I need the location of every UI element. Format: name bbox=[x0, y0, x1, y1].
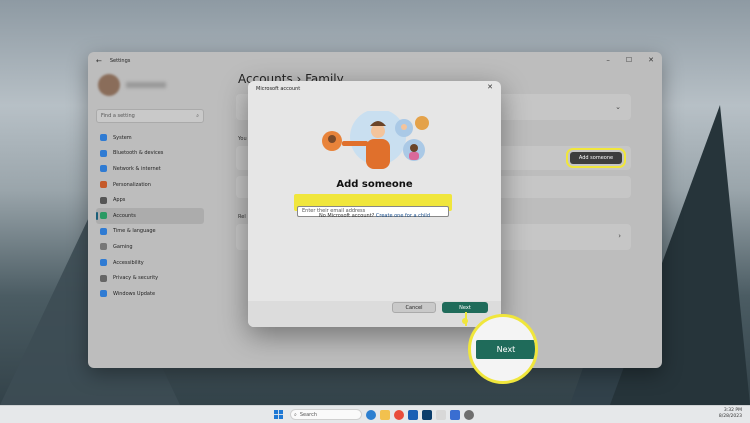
settings-nav: System Bluetooth & devices Network & inter… bbox=[96, 130, 204, 302]
create-child-account-link[interactable]: Create one for a child bbox=[376, 213, 430, 219]
nav-item-icon bbox=[100, 212, 107, 220]
settings-title: Settings bbox=[109, 58, 131, 64]
sidebar-item-windows-update[interactable]: Windows Update bbox=[96, 286, 204, 302]
sidebar-item-label: Network & internet bbox=[113, 165, 161, 172]
sidebar-item-label: Privacy & security bbox=[113, 275, 159, 282]
microsoft-account-dialog: Microsoft account ✕ Add someone No Micro… bbox=[248, 81, 501, 327]
sidebar-item-label: Bluetooth & devices bbox=[113, 150, 164, 157]
sidebar-item-label: Accessibility bbox=[113, 259, 144, 266]
next-callout-magnifier: Next bbox=[468, 314, 538, 384]
taskbar-search[interactable]: ⌕ Search bbox=[290, 409, 362, 420]
chrome-icon[interactable] bbox=[394, 410, 404, 420]
taskbar-apps bbox=[366, 410, 474, 420]
search-icon: ⌕ bbox=[196, 113, 199, 119]
nav-item-icon bbox=[100, 227, 107, 235]
sidebar-item-system[interactable]: System bbox=[96, 130, 204, 146]
tray-date: 8/28/2023 bbox=[718, 414, 742, 419]
nav-item-icon bbox=[100, 165, 107, 173]
cancel-button[interactable]: Cancel bbox=[392, 302, 436, 313]
dialog-heading: Add someone bbox=[336, 179, 413, 190]
sidebar-item-bluetooth-devices[interactable]: Bluetooth & devices bbox=[96, 146, 204, 162]
file-explorer-icon[interactable] bbox=[380, 410, 390, 420]
edge-browser-icon[interactable] bbox=[366, 410, 376, 420]
sidebar-item-label: Windows Update bbox=[113, 290, 156, 297]
windows-start-icon[interactable] bbox=[274, 410, 283, 419]
section-label-related: Rel bbox=[238, 214, 246, 220]
section-label-your-family: You bbox=[238, 136, 247, 142]
back-arrow-icon[interactable]: ← bbox=[96, 57, 102, 65]
sidebar-item-apps[interactable]: Apps bbox=[96, 192, 204, 208]
sidebar-item-label: Apps bbox=[113, 197, 126, 204]
outlook-icon[interactable] bbox=[408, 410, 418, 420]
settings-titlebar: ← Settings bbox=[88, 52, 662, 70]
family-illustration bbox=[322, 111, 429, 169]
photoshop-icon[interactable] bbox=[422, 410, 432, 420]
window-controls: – ☐ ✕ bbox=[606, 56, 654, 64]
chevron-right-icon: › bbox=[618, 232, 621, 240]
avatar bbox=[98, 74, 120, 96]
maximize-icon[interactable]: ☐ bbox=[626, 56, 632, 64]
taskbar: ⌕ Search 3:32 PM 8/28/2023 bbox=[0, 405, 750, 423]
sidebar-item-label: Gaming bbox=[113, 243, 133, 250]
nav-item-icon bbox=[100, 259, 107, 267]
minimize-icon[interactable]: – bbox=[606, 56, 610, 64]
sidebar-item-label: Accounts bbox=[113, 212, 136, 219]
settings-gear-icon[interactable] bbox=[464, 410, 474, 420]
sidebar-item-gaming[interactable]: Gaming bbox=[96, 239, 204, 255]
taskbar-search-label: Search bbox=[299, 411, 317, 418]
sidebar-item-accounts[interactable]: Accounts bbox=[96, 207, 204, 224]
nav-item-icon bbox=[100, 196, 107, 204]
sidebar-item-label: System bbox=[113, 134, 132, 141]
add-someone-button[interactable]: Add someone bbox=[566, 148, 626, 168]
sidebar-item-label: Time & language bbox=[113, 228, 156, 235]
sidebar-item-privacy-security[interactable]: Privacy & security bbox=[96, 270, 204, 286]
email-field-highlight bbox=[294, 194, 452, 217]
sidebar-item-time-language[interactable]: Time & language bbox=[96, 224, 204, 240]
nav-item-icon bbox=[100, 290, 107, 298]
profile-name-blurred bbox=[126, 82, 166, 88]
calculator-icon[interactable] bbox=[450, 410, 460, 420]
sidebar-item-personalization[interactable]: Personalization bbox=[96, 177, 204, 193]
find-setting-search[interactable]: Find a setting ⌕ bbox=[96, 109, 204, 123]
no-account-text: No Microsoft account? bbox=[319, 213, 375, 219]
next-button-zoomed: Next bbox=[476, 340, 535, 359]
close-icon[interactable]: ✕ bbox=[487, 83, 493, 91]
nav-item-icon bbox=[100, 149, 107, 157]
nav-item-icon bbox=[100, 134, 107, 142]
find-setting-placeholder: Find a setting bbox=[101, 113, 135, 119]
no-account-line: No Microsoft account? Create one for a c… bbox=[248, 213, 501, 219]
dialog-title: Microsoft account bbox=[256, 86, 301, 92]
sidebar-item-accessibility[interactable]: Accessibility bbox=[96, 255, 204, 271]
system-tray-clock[interactable]: 3:32 PM 8/28/2023 bbox=[719, 408, 742, 420]
nav-item-icon bbox=[100, 274, 107, 282]
user-profile bbox=[98, 74, 166, 96]
sidebar-item-label: Personalization bbox=[113, 181, 151, 188]
sidebar-item-network-internet[interactable]: Network & internet bbox=[96, 161, 204, 177]
notepad-icon[interactable] bbox=[436, 410, 446, 420]
callout-dot bbox=[462, 318, 468, 324]
chevron-down-icon: ⌄ bbox=[615, 103, 621, 111]
search-icon: ⌕ bbox=[294, 411, 297, 418]
close-icon[interactable]: ✕ bbox=[648, 56, 654, 64]
nav-item-icon bbox=[100, 181, 107, 189]
nav-item-icon bbox=[100, 243, 107, 251]
